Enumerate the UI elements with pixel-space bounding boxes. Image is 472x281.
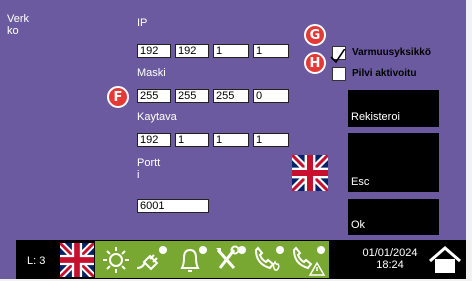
checkmark-icon: [330, 49, 346, 64]
ok-button-label: Ok: [351, 219, 366, 231]
cloud-label: Pilvi aktivoitu: [352, 68, 417, 79]
gateway-octet-1[interactable]: 192: [137, 133, 171, 147]
screen-title: Verk ko: [7, 13, 30, 37]
uk-flag-icon[interactable]: [292, 155, 328, 191]
ip-octet-1[interactable]: 192: [137, 44, 171, 58]
gateway-octet-2[interactable]: 1: [175, 133, 209, 147]
ok-button[interactable]: Ok: [348, 199, 439, 235]
marker-g: G: [304, 24, 326, 46]
network-settings-screen: Verk ko IP 192 192 1 1 Maski 255 255 255…: [0, 0, 472, 281]
phone-alert-icon[interactable]: [288, 244, 328, 278]
mask-octet-4[interactable]: 0: [253, 89, 289, 103]
esc-button[interactable]: Esc: [348, 133, 439, 192]
date-text: 01/01/2024: [362, 247, 418, 259]
bell-icon[interactable]: [174, 244, 210, 276]
language-flag-icon[interactable]: [60, 243, 94, 277]
mask-octet-1[interactable]: 255: [137, 89, 171, 103]
cloud-checkbox[interactable]: [332, 67, 346, 81]
secure-checkbox[interactable]: [330, 46, 346, 64]
esc-button-label: Esc: [351, 176, 370, 188]
register-button[interactable]: Rekisteroi: [348, 90, 439, 127]
port-field[interactable]: 6001: [137, 199, 209, 213]
ip-octet-3[interactable]: 1: [213, 44, 249, 58]
phone-fire-icon[interactable]: [250, 244, 286, 276]
ip-octet-4[interactable]: 1: [253, 44, 289, 58]
gateway-label: Kaytava: [137, 111, 177, 123]
tools-icon[interactable]: [212, 244, 248, 276]
gateway-octet-3[interactable]: 1: [213, 133, 249, 147]
marker-f: F: [107, 86, 129, 108]
gateway-octet-4[interactable]: 1: [253, 133, 289, 147]
secure-label: Varmuusyksikkö: [352, 47, 431, 58]
time-text: 18:24: [376, 259, 404, 271]
register-button-label: Rekisteroi: [351, 111, 400, 123]
level-indicator: L: 3: [27, 255, 46, 267]
date-time: 01/01/2024 18:24: [355, 247, 425, 271]
mask-label: Maski: [137, 67, 166, 79]
mask-octet-2[interactable]: 255: [175, 89, 209, 103]
mask-octet-3[interactable]: 255: [213, 89, 249, 103]
marker-h: H: [304, 52, 326, 74]
ip-label: IP: [137, 17, 148, 29]
sun-icon[interactable]: [101, 246, 131, 274]
plug-icon[interactable]: [133, 244, 169, 276]
port-label: Portt i: [137, 157, 161, 181]
home-icon[interactable]: [428, 245, 462, 275]
ip-octet-2[interactable]: 192: [175, 44, 209, 58]
